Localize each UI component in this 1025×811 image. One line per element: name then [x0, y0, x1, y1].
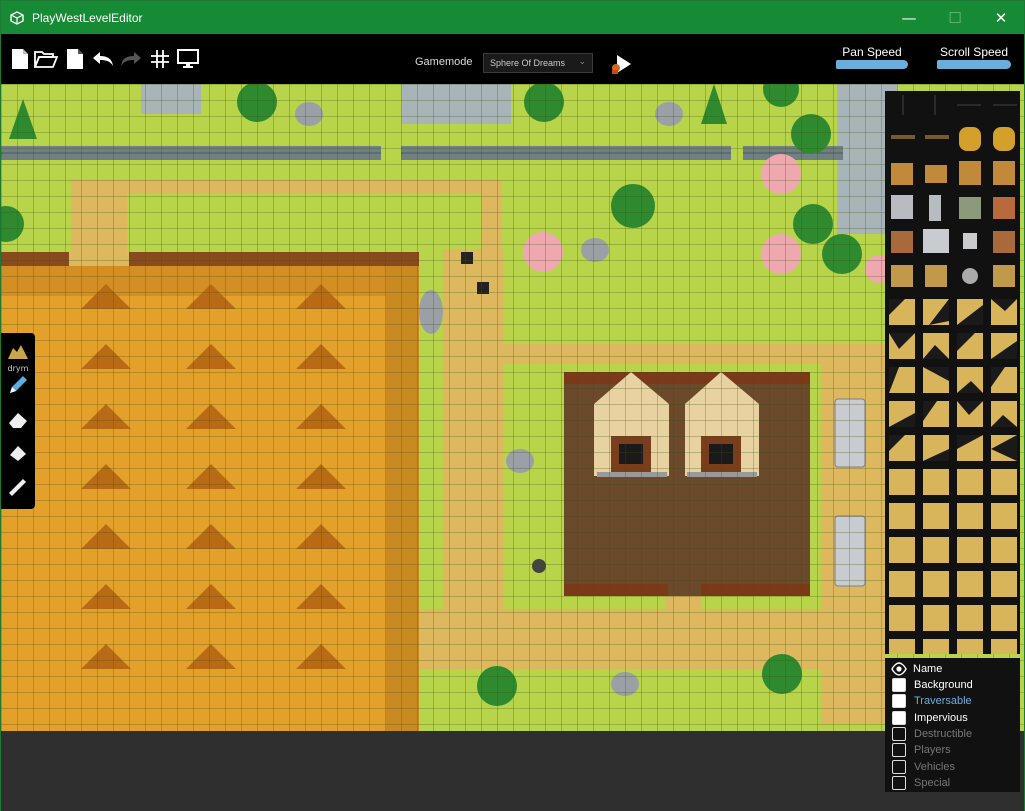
grid-icon[interactable]: [147, 46, 173, 72]
layer-label: Background: [914, 679, 973, 691]
monitor-icon[interactable]: [175, 46, 201, 72]
pencil-icon[interactable]: [6, 373, 30, 397]
layer-checkbox[interactable]: [892, 726, 906, 741]
tools-panel: drym: [1, 333, 35, 509]
layer-label: Destructible: [914, 727, 973, 740]
eye-icon[interactable]: [891, 662, 907, 676]
scroll-speed-label: Scroll Speed: [939, 45, 1009, 59]
layer-row-special[interactable]: Special: [892, 775, 950, 791]
pan-speed-label: Pan Speed: [842, 45, 902, 59]
layer-row-destructible[interactable]: Destructible: [892, 726, 972, 742]
layer-row-traversable[interactable]: Traversable: [892, 693, 972, 709]
layer-checkbox[interactable]: [892, 694, 906, 709]
gamemode-select[interactable]: Sphere Of Dreams ⌄: [483, 53, 593, 73]
play-icon[interactable]: [609, 53, 633, 75]
layers-name-header: Name: [913, 663, 943, 675]
tile-palette[interactable]: [885, 91, 1020, 654]
layer-row-vehicles[interactable]: Vehicles: [892, 759, 955, 775]
pan-speed-slider[interactable]: [836, 60, 908, 69]
maximize-button[interactable]: ☐: [932, 1, 978, 34]
window-title: PlayWestLevelEditor: [32, 10, 143, 25]
title-bar[interactable]: PlayWestLevelEditor — ☐ ✕: [1, 1, 1024, 34]
layer-label: Vehicles: [914, 760, 955, 773]
scroll-speed-slider[interactable]: [937, 60, 1011, 69]
pan-speed-control[interactable]: Pan Speed: [836, 45, 908, 69]
layer-label: Traversable: [914, 695, 972, 708]
fill-icon[interactable]: [6, 441, 30, 465]
level-canvas[interactable]: [1, 84, 1024, 731]
layer-label: Players: [914, 744, 951, 757]
tile-palette-grid: [889, 95, 1017, 654]
layer-row-background[interactable]: Background: [892, 677, 973, 693]
editor-window: PlayWestLevelEditor — ☐ ✕ Gamemode Spher…: [0, 0, 1025, 811]
scroll-speed-control[interactable]: Scroll Speed: [937, 45, 1011, 69]
save-file-icon[interactable]: [62, 46, 88, 72]
line-icon[interactable]: [6, 475, 30, 499]
layer-checkbox[interactable]: [892, 678, 906, 692]
chevron-down-icon: ⌄: [578, 56, 586, 66]
layer-checkbox[interactable]: [892, 775, 906, 790]
brush-label: drym: [7, 364, 29, 373]
undo-icon[interactable]: [90, 46, 116, 72]
gamemode-value: Sphere Of Dreams: [490, 58, 566, 68]
tile-brush-icon[interactable]: [6, 339, 30, 363]
app-icon: [10, 10, 24, 25]
layer-checkbox[interactable]: [892, 710, 906, 725]
layer-checkbox[interactable]: [892, 759, 906, 774]
layer-row-impervious[interactable]: Impervious: [892, 710, 968, 726]
close-button[interactable]: ✕: [978, 1, 1024, 34]
map-scene: [1, 84, 1024, 731]
layers-panel: Name Background Traversable Impervious Dest…: [885, 658, 1020, 792]
layer-label: Impervious: [914, 711, 968, 724]
bottom-area: [1, 731, 1024, 811]
layer-checkbox[interactable]: [892, 743, 906, 758]
eraser-icon[interactable]: [6, 407, 30, 431]
new-file-icon[interactable]: [7, 46, 33, 72]
gamemode-label: Gamemode: [415, 56, 473, 68]
layer-row-players[interactable]: Players: [892, 742, 951, 758]
layers-header[interactable]: Name: [891, 661, 943, 677]
open-folder-icon[interactable]: [33, 46, 59, 72]
redo-icon[interactable]: [118, 46, 144, 72]
layer-label: Special: [914, 776, 951, 789]
minimize-button[interactable]: —: [886, 1, 932, 34]
